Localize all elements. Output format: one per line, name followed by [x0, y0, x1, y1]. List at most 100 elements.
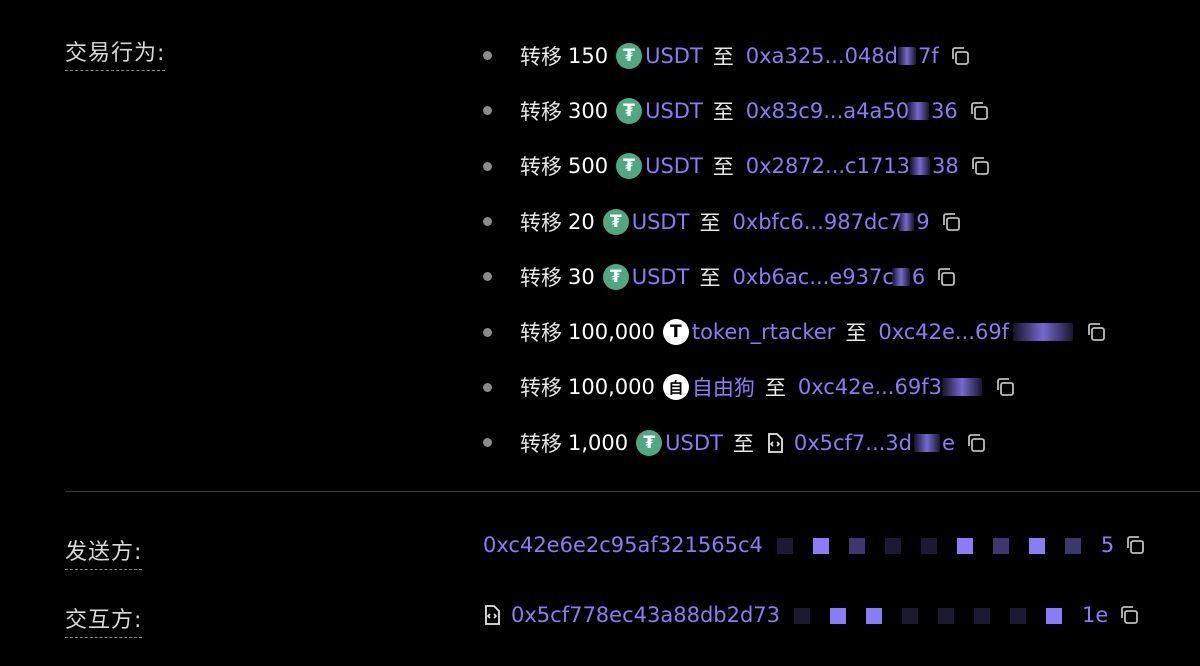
transfer-amount: 30 [568, 264, 595, 289]
recipient-address-end[interactable]: 38 [932, 154, 959, 178]
recipient-address-end[interactable]: e [942, 431, 955, 455]
transfer-to: 至 [732, 431, 754, 456]
bullet [483, 51, 492, 61]
sender-address[interactable]: 0xc42e6e2c95af321565c4 [483, 533, 763, 557]
usdt-icon: ₮ [616, 97, 643, 124]
bullet [483, 382, 492, 392]
recipient-address-end[interactable]: 7f [918, 44, 939, 68]
recipient-address[interactable]: 0xc42e...69f3 [798, 375, 942, 399]
transfer-to: 至 [712, 99, 734, 124]
bullet [483, 106, 492, 116]
transfer-to: 至 [699, 210, 721, 235]
token-link[interactable]: USDT [632, 210, 690, 234]
transfer-to: 至 [699, 265, 721, 290]
token-link[interactable]: USDT [645, 44, 703, 68]
token-link[interactable]: USDT [645, 154, 703, 178]
redacted-block [898, 212, 915, 231]
recipient-address[interactable]: 0xc42e...69f [878, 320, 1009, 344]
transfer-list: 转移 150 ₮ USDT 至 0xa325...048d 7f 转移 300 ₮ USDT 至 0x8… [483, 28, 1107, 470]
bullet [483, 217, 492, 227]
usdt-icon: ₮ [602, 208, 629, 235]
sender-address-end[interactable]: 5 [1101, 533, 1114, 557]
sender-label: 发送方: [65, 534, 143, 570]
transfer-verb: 转移 [520, 155, 562, 180]
transfer-amount: 20 [568, 209, 595, 234]
redacted-block [891, 267, 910, 286]
actions-label: 交易行为: [65, 35, 166, 71]
token-link[interactable]: token_rtacker [692, 320, 835, 344]
copy-icon[interactable] [1118, 604, 1140, 626]
transfer-item: 转移 1,000 ₮ USDT 至 0x5cf7...3d e [483, 415, 1107, 470]
copy-icon[interactable] [968, 100, 990, 122]
transfer-verb: 转移 [520, 210, 562, 235]
token-link[interactable]: USDT [645, 99, 703, 123]
interactor-address-end[interactable]: 1e [1082, 603, 1108, 627]
transfer-amount: 100,000 [568, 320, 655, 345]
redacted-block [914, 433, 940, 452]
transfer-item: 转移 30 ₮ USDT 至 0xb6ac...e937c 6 [483, 249, 1107, 304]
t-icon: T [662, 319, 689, 346]
transfer-amount: 100,000 [568, 375, 655, 400]
transfer-verb: 转移 [520, 376, 562, 401]
copy-icon[interactable] [1124, 534, 1146, 556]
bullet [483, 161, 492, 171]
contract-icon [766, 432, 784, 454]
copy-icon[interactable] [940, 211, 962, 233]
transfer-item: 转移 20 ₮ USDT 至 0xbfc6...987dc7 9 [483, 194, 1107, 249]
recipient-address[interactable]: 0xa325...048d [746, 44, 898, 68]
transfer-verb: 转移 [520, 431, 562, 456]
token-link[interactable]: 自由狗 [692, 372, 755, 402]
copy-icon[interactable] [1085, 321, 1107, 343]
redacted-block [776, 533, 1101, 557]
redacted-block [1013, 323, 1074, 342]
usdt-icon: ₮ [602, 263, 629, 290]
bullet [483, 327, 492, 337]
copy-icon[interactable] [994, 376, 1016, 398]
recipient-address[interactable]: 0x2872...c1713 [746, 154, 910, 178]
bullet [483, 438, 492, 448]
token-link[interactable]: USDT [665, 431, 723, 455]
zi-icon: 自 [662, 374, 689, 401]
bullet [483, 272, 492, 282]
transfer-verb: 转移 [520, 44, 562, 69]
recipient-address[interactable]: 0x83c9...a4a50 [746, 99, 909, 123]
recipient-address[interactable]: 0xbfc6...987dc7 [732, 210, 902, 234]
transfer-verb: 转移 [520, 321, 562, 346]
transfer-verb: 转移 [520, 265, 562, 290]
transfer-to: 至 [712, 155, 734, 180]
redacted-block [897, 46, 916, 65]
copy-icon[interactable] [935, 266, 957, 288]
sender-row: 0xc42e6e2c95af321565c4 5 [483, 533, 1146, 557]
transfer-verb: 转移 [520, 99, 562, 124]
recipient-address-end[interactable]: 9 [916, 210, 929, 234]
usdt-icon: ₮ [616, 42, 643, 69]
divider [65, 491, 1200, 492]
recipient-address[interactable]: 0x5cf7...3d [794, 431, 912, 455]
transfer-item: 转移 500 ₮ USDT 至 0x2872...c1713 38 [483, 139, 1107, 194]
copy-icon[interactable] [969, 155, 991, 177]
interactor-label: 交互方: [65, 602, 143, 638]
transfer-item: 转移 300 ₮ USDT 至 0x83c9...a4a50 36 [483, 83, 1107, 138]
transfer-amount: 300 [568, 98, 609, 123]
transfer-item: 转移 100,000 自自由狗至 0xc42e...69f3 [483, 360, 1107, 415]
transfer-amount: 500 [568, 154, 609, 179]
transfer-amount: 150 [568, 43, 609, 68]
token-link[interactable]: USDT [632, 265, 690, 289]
copy-icon[interactable] [949, 45, 971, 67]
interactor-row: 0x5cf778ec43a88db2d73 1e [483, 603, 1140, 627]
usdt-icon: ₮ [616, 153, 643, 180]
transfer-to: 至 [845, 321, 867, 346]
transfer-to: 至 [764, 376, 786, 401]
contract-icon [485, 605, 500, 625]
interactor-address[interactable]: 0x5cf778ec43a88db2d73 [511, 603, 780, 627]
usdt-icon: ₮ [636, 429, 663, 456]
copy-icon[interactable] [965, 432, 987, 454]
recipient-address-end[interactable]: 6 [912, 265, 925, 289]
redacted-block [907, 101, 930, 120]
redacted-block [794, 603, 1082, 627]
transfer-item: 转移 100,000 Ttoken_rtacker 至 0xc42e...69f [483, 304, 1107, 359]
transfer-to: 至 [712, 44, 734, 69]
recipient-address[interactable]: 0xb6ac...e937c [732, 265, 893, 289]
redacted-block [910, 157, 931, 176]
recipient-address-end[interactable]: 36 [931, 99, 958, 123]
